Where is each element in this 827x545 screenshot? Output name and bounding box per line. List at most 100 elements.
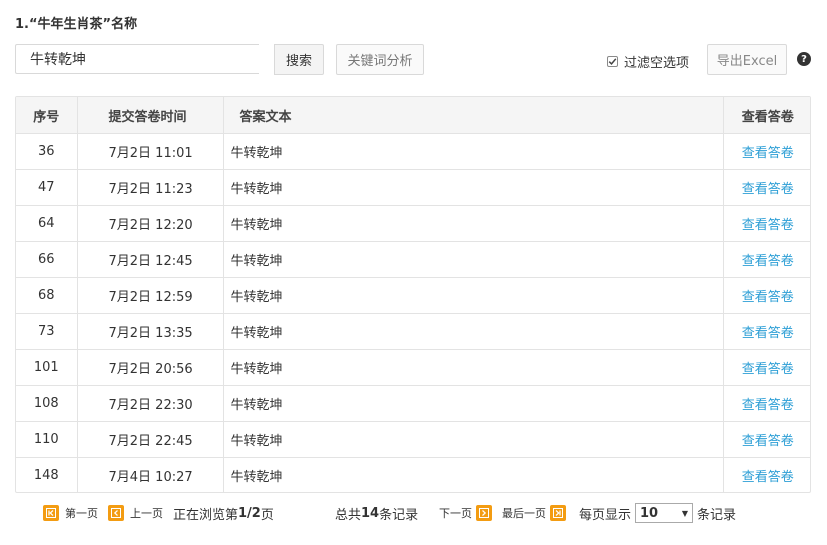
filter-checkbox[interactable]	[607, 56, 618, 67]
row-id: 148	[33, 468, 59, 483]
first-page-button[interactable]: 第一页	[43, 502, 98, 524]
row-submit-time: 7月2日 11:01	[108, 146, 193, 161]
total-count: 14	[361, 505, 380, 521]
row-id: 101	[33, 360, 59, 375]
header-view-answer: 查看答卷	[723, 97, 810, 134]
row-answer-text: 牛转乾坤	[230, 398, 283, 413]
browsing-status: 正在浏览第 1/2 页	[173, 502, 274, 524]
last-page-button[interactable]: 最后一页	[502, 502, 566, 524]
view-answer-link[interactable]: 查看答卷	[742, 146, 794, 161]
table-row: 73 7月2日 13:35 牛转乾坤 查看答卷	[16, 313, 810, 350]
row-submit-time-cell: 7月2日 13:35	[77, 313, 224, 350]
row-id: 68	[37, 288, 55, 303]
page-size-control: 每页显示 10 ▼ 条记录	[579, 502, 736, 524]
row-view-answer-cell: 查看答卷	[723, 169, 810, 206]
table-row: 68 7月2日 12:59 牛转乾坤 查看答卷	[16, 277, 810, 314]
total-suffix: 条记录	[379, 507, 419, 523]
table-row: 108 7月2日 22:30 牛转乾坤 查看答卷	[16, 385, 810, 422]
header-submit-time: 提交答卷时间	[77, 97, 224, 134]
next-page-label: 下一页	[439, 507, 472, 520]
row-id-cell: 73	[16, 313, 78, 350]
total-prefix: 总共	[335, 507, 362, 523]
row-id: 108	[33, 396, 59, 411]
row-submit-time-cell: 7月2日 11:01	[77, 133, 224, 170]
first-page-icon	[43, 505, 59, 521]
row-answer-text: 牛转乾坤	[230, 182, 283, 197]
view-answer-link[interactable]: 查看答卷	[742, 362, 794, 377]
last-page-icon	[550, 505, 566, 521]
row-answer-text-cell: 牛转乾坤	[223, 385, 724, 422]
row-answer-text: 牛转乾坤	[230, 362, 283, 377]
row-answer-text: 牛转乾坤	[230, 326, 283, 341]
row-view-answer-cell: 查看答卷	[723, 385, 810, 422]
row-answer-text-cell: 牛转乾坤	[223, 133, 724, 170]
table-row: 148 7月4日 10:27 牛转乾坤 查看答卷	[16, 457, 810, 493]
row-submit-time: 7月2日 22:30	[108, 398, 193, 413]
row-view-answer-cell: 查看答卷	[723, 458, 810, 493]
row-submit-time-cell: 7月2日 11:23	[77, 169, 224, 206]
row-submit-time: 7月2日 12:59	[108, 290, 193, 305]
row-submit-time-cell: 7月2日 22:30	[77, 385, 224, 422]
row-id-cell: 68	[16, 277, 78, 314]
view-answer-link[interactable]: 查看答卷	[742, 218, 794, 233]
pagination-bar: 第一页 上一页 正在浏览第 1/2 页 总共 14 条记录 下一页 最后一页 每页显示 …	[0, 502, 827, 524]
row-submit-time-cell: 7月2日 12:45	[77, 241, 224, 278]
filter-label: 过滤空选项	[624, 56, 690, 71]
row-answer-text-cell: 牛转乾坤	[223, 205, 724, 242]
row-submit-time-cell: 7月2日 20:56	[77, 349, 224, 386]
view-answer-link[interactable]: 查看答卷	[742, 182, 794, 197]
row-submit-time: 7月2日 12:45	[108, 254, 193, 269]
table-row: 101 7月2日 20:56 牛转乾坤 查看答卷	[16, 349, 810, 386]
browsing-prefix: 正在浏览第	[173, 507, 239, 523]
chevron-down-icon: ▼	[681, 508, 689, 518]
table-row: 64 7月2日 12:20 牛转乾坤 查看答卷	[16, 205, 810, 242]
view-answer-link[interactable]: 查看答卷	[742, 398, 794, 413]
filter-empty-option[interactable]: 过滤空选项	[607, 52, 689, 71]
row-id: 73	[37, 324, 55, 339]
header-id: 序号	[16, 97, 78, 134]
table-row: 36 7月2日 11:01 牛转乾坤 查看答卷	[16, 133, 810, 170]
page-size-value: 10	[640, 505, 659, 521]
view-answer-link[interactable]: 查看答卷	[742, 434, 794, 449]
keyword-analysis-button[interactable]: 关键词分析	[336, 44, 424, 75]
view-answer-link[interactable]: 查看答卷	[742, 290, 794, 305]
row-id-cell: 36	[16, 133, 78, 170]
row-submit-time-cell: 7月2日 22:45	[77, 421, 224, 458]
row-answer-text-cell: 牛转乾坤	[223, 241, 724, 278]
row-view-answer-cell: 查看答卷	[723, 205, 810, 242]
row-answer-text: 牛转乾坤	[230, 470, 283, 485]
row-view-answer-cell: 查看答卷	[723, 241, 810, 278]
table-header-row: 序号 提交答卷时间 答案文本 查看答卷	[16, 97, 810, 134]
row-id: 64	[37, 216, 55, 231]
row-id-cell: 110	[16, 421, 78, 458]
row-answer-text-cell: 牛转乾坤	[223, 277, 724, 314]
next-page-icon	[476, 505, 492, 521]
header-answer-text: 答案文本	[223, 97, 724, 134]
row-view-answer-cell: 查看答卷	[723, 421, 810, 458]
prev-page-button[interactable]: 上一页	[108, 502, 163, 524]
search-input[interactable]	[15, 44, 259, 74]
row-answer-text-cell: 牛转乾坤	[223, 313, 724, 350]
row-submit-time: 7月2日 22:45	[108, 434, 193, 449]
export-excel-button[interactable]: 导出Excel	[707, 44, 787, 75]
table-row: 47 7月2日 11:23 牛转乾坤 查看答卷	[16, 169, 810, 206]
row-view-answer-cell: 查看答卷	[723, 133, 810, 170]
row-id: 36	[37, 144, 55, 159]
row-id: 47	[37, 180, 55, 195]
row-submit-time: 7月2日 12:20	[108, 218, 193, 233]
row-submit-time-cell: 7月2日 12:59	[77, 277, 224, 314]
view-answer-link[interactable]: 查看答卷	[742, 254, 794, 269]
row-id: 66	[37, 252, 55, 267]
page-size-select[interactable]: 10 ▼	[635, 503, 694, 523]
first-page-label: 第一页	[65, 507, 98, 520]
row-view-answer-cell: 查看答卷	[723, 313, 810, 350]
row-id-cell: 108	[16, 385, 78, 422]
row-submit-time: 7月2日 20:56	[108, 362, 193, 377]
row-answer-text-cell: 牛转乾坤	[223, 421, 724, 458]
view-answer-link[interactable]: 查看答卷	[742, 326, 794, 341]
total-records: 总共 14 条记录	[335, 502, 418, 524]
view-answer-link[interactable]: 查看答卷	[742, 470, 794, 485]
help-icon[interactable]: ?	[797, 52, 811, 66]
next-page-button[interactable]: 下一页	[439, 502, 492, 524]
search-button[interactable]: 搜索	[274, 44, 324, 75]
